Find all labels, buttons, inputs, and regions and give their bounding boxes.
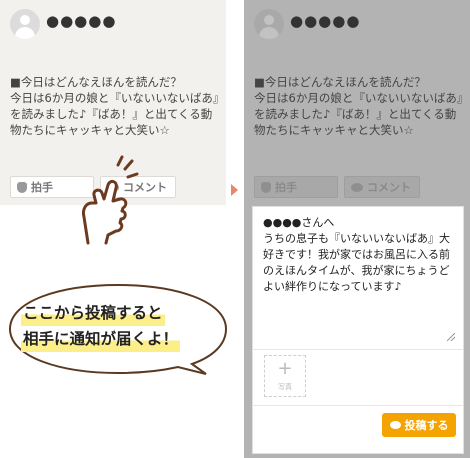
- username: ●●●●●: [290, 12, 361, 30]
- callout-line-2: 相手に通知が届くよ！: [21, 326, 181, 352]
- arrow-right-icon: [231, 184, 238, 196]
- avatar-body: [259, 27, 279, 39]
- post-text: ■今日はどんなえほんを読んだ？ 今日は6か月の娘と『いないいないばあ』を読みまし…: [254, 75, 463, 137]
- post-card-dimmed: ●●●●● ■今日はどんなえほんを読んだ？ 今日は6か月の娘と『いないいないばあ…: [244, 0, 470, 205]
- callout-line-1: ここから投稿すると: [21, 300, 165, 326]
- avatar-head: [264, 15, 274, 25]
- avatar-body: [15, 27, 35, 39]
- plus-icon: +: [277, 358, 293, 379]
- like-label: 拍手: [31, 181, 53, 194]
- avatar: [10, 9, 40, 39]
- post-text: ■今日はどんなえほんを読んだ？ 今日は6か月の娘と『いないいないばあ』を読みまし…: [10, 75, 219, 137]
- avatar-head: [20, 15, 30, 25]
- username: ●●●●●: [46, 12, 117, 30]
- comment-button[interactable]: コメント: [344, 176, 420, 198]
- like-label: 拍手: [275, 181, 297, 194]
- submit-post-button[interactable]: 投稿する: [382, 413, 456, 437]
- avatar: [254, 9, 284, 39]
- comment-label: コメント: [367, 181, 411, 194]
- comment-textarea[interactable]: ●●●●さんへ うちの息子も『いないいないばあ』大好きです！我が家ではお風呂に入…: [263, 215, 451, 295]
- clap-icon: [261, 181, 271, 193]
- pointing-hand-icon: [82, 155, 139, 245]
- speech-bubble-icon: [389, 421, 401, 429]
- submit-label: 投稿する: [404, 419, 449, 432]
- photo-label: 写真: [278, 383, 292, 391]
- add-photo-button[interactable]: + 写真: [264, 355, 306, 397]
- callout-text: ここから投稿すると 相手に通知が届くよ！: [21, 300, 221, 352]
- resize-handle-icon[interactable]: [447, 333, 455, 341]
- clap-icon: [17, 181, 27, 193]
- comment-form: ●●●●さんへ うちの息子も『いないいないばあ』大好きです！我が家ではお風呂に入…: [252, 206, 464, 454]
- speech-bubble-icon: [351, 182, 363, 192]
- divider: [253, 349, 463, 350]
- divider: [253, 405, 463, 406]
- like-button[interactable]: 拍手: [254, 176, 338, 198]
